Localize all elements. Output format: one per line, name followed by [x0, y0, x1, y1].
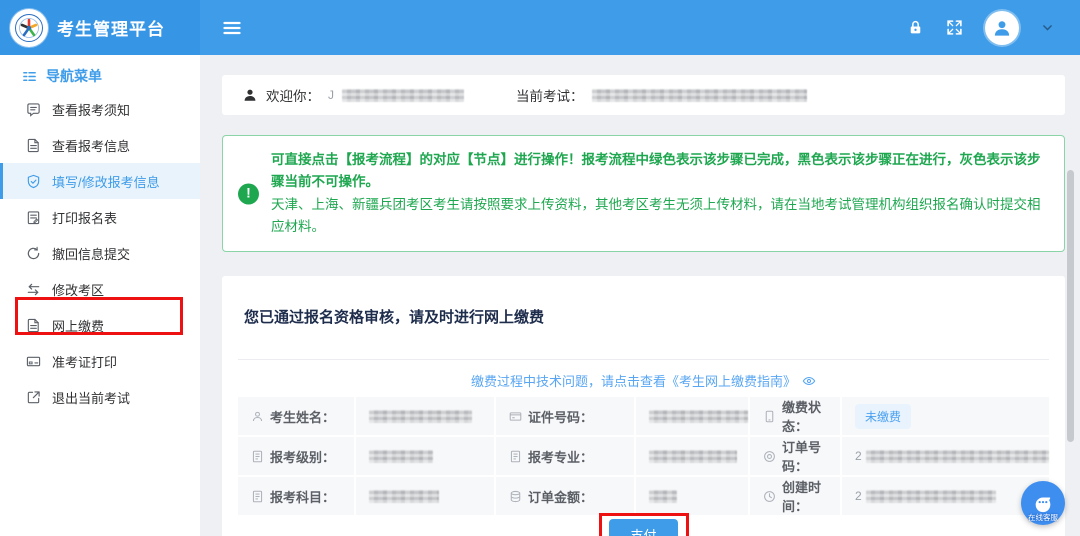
shield-check-icon [26, 174, 41, 189]
notice-text-regular: 天津、上海、新疆兵团考区考生请按照要求上传资料，其他考区考生无须上传材料，请在当… [271, 197, 1041, 234]
clock-icon [763, 490, 776, 503]
comment-icon [26, 102, 41, 117]
sidebar-item-exit-current-exam[interactable]: 退出当前考试 [0, 379, 200, 415]
doc-icon [251, 450, 264, 463]
field-label-candidate-name: 考生姓名： [238, 397, 354, 435]
sidebar-item-print-admission-ticket[interactable]: 准考证打印 [0, 343, 200, 379]
person-icon [251, 410, 264, 423]
org-logo [10, 9, 48, 47]
brand-area: 考生管理平台 [0, 0, 200, 55]
sidebar-item-label: 打印报名表 [52, 208, 117, 227]
doc-icon [251, 490, 264, 503]
nav-menu-title: 导航菜单 [0, 61, 200, 91]
field-label-create-time: 创建时间： [750, 477, 840, 515]
field-label-exam-subject: 报考科目： [238, 477, 354, 515]
sidebar-item-view-exam-info[interactable]: 查看报考信息 [0, 127, 200, 163]
app-title: 考生管理平台 [57, 15, 165, 40]
target-icon [763, 450, 776, 463]
field-label-order-amount: 订单金额： [496, 477, 634, 515]
greeting-label: 欢迎你： [266, 85, 320, 105]
coins-icon [509, 490, 522, 503]
field-value-id-number [636, 397, 748, 435]
doc-icon [509, 450, 522, 463]
online-support-label: 在线客服 [1021, 512, 1065, 523]
document-icon [26, 138, 41, 153]
person-icon [242, 87, 258, 103]
sidebar-item-label: 查看报考须知 [52, 100, 130, 119]
sidebar-item-label: 退出当前考试 [52, 388, 130, 407]
top-header: 考生管理平台 [0, 0, 1080, 55]
lock-icon[interactable] [907, 19, 924, 36]
field-label-exam-level: 报考级别： [238, 437, 354, 475]
chevron-down-icon[interactable] [1041, 21, 1054, 34]
hamburger-icon[interactable] [222, 18, 242, 38]
current-exam-redacted [592, 89, 807, 102]
sidebar-item-fill-modify-exam-info[interactable]: 填写/修改报考信息 [0, 163, 200, 199]
field-value-create-time: 2 [842, 477, 1049, 515]
swap-icon [26, 282, 41, 297]
sidebar-item-label: 准考证打印 [52, 352, 117, 371]
field-label-id-number: 证件号码： [496, 397, 634, 435]
field-value-payment-status: 未缴费 [842, 397, 1049, 435]
alert-icon: ! [238, 183, 259, 204]
logo-star-figure [14, 13, 44, 43]
refresh-icon [26, 246, 41, 261]
phone-icon [763, 410, 776, 423]
id-card-icon [509, 410, 522, 423]
clipboard-icon [26, 210, 41, 225]
id-card-icon [26, 354, 41, 369]
payment-info-table: 考生姓名： 证件号码： 缴费状态： 未缴费 报考级别： [238, 397, 1049, 515]
main-content: 欢迎你： J 当前考试： ! 可直接点击【报考流程】的对应【节点】进行操作！报考… [200, 55, 1080, 536]
candidate-name-redacted [342, 89, 464, 102]
field-value-candidate-name [356, 397, 494, 435]
payment-guide-link[interactable]: 缴费过程中技术问题，请点击查看《考生网上缴费指南》 [471, 371, 796, 390]
field-value-exam-level [356, 437, 494, 475]
eye-icon[interactable] [802, 374, 816, 388]
sidebar-nav: 导航菜单 查看报考须知 查看报考信息 填写/修改报考信息 打印报名表 撤回信息提… [0, 55, 200, 536]
field-value-exam-subject [356, 477, 494, 515]
list-icon [22, 69, 37, 84]
sidebar-item-print-application-form[interactable]: 打印报名表 [0, 199, 200, 235]
field-value-order-amount [636, 477, 748, 515]
welcome-bar: 欢迎你： J 当前考试： [222, 75, 1065, 115]
pay-button[interactable]: 支付 [609, 519, 677, 536]
vertical-scrollbar[interactable] [1067, 170, 1074, 442]
field-label-order-number: 订单号码： [750, 437, 840, 475]
online-support-button[interactable]: 在线客服 [1021, 481, 1065, 525]
candidate-name-prefix: J [328, 88, 334, 102]
field-value-order-number: 2 [842, 437, 1049, 475]
chat-bubble-icon [1032, 492, 1054, 514]
sidebar-item-change-exam-area[interactable]: 修改考区 [0, 271, 200, 307]
sidebar-item-view-exam-notes[interactable]: 查看报考须知 [0, 91, 200, 127]
notice-text-bold: 可直接点击【报考流程】的对应【节点】进行操作！报考流程中绿色表示该步骤已完成，黑… [271, 152, 1041, 189]
nav-menu-label: 导航菜单 [46, 66, 102, 86]
field-value-exam-major [636, 437, 748, 475]
sidebar-item-label: 撤回信息提交 [52, 244, 130, 263]
avatar-icon[interactable] [985, 11, 1019, 45]
payment-section: 您已通过报名资格审核，请及时进行网上缴费 缴费过程中技术问题，请点击查看《考生网… [222, 276, 1065, 536]
field-label-exam-major: 报考专业： [496, 437, 634, 475]
sidebar-item-label: 查看报考信息 [52, 136, 130, 155]
sidebar-item-label: 填写/修改报考信息 [52, 172, 160, 191]
exit-icon [26, 390, 41, 405]
document-icon [26, 318, 41, 333]
notice-box: ! 可直接点击【报考流程】的对应【节点】进行操作！报考流程中绿色表示该步骤已完成… [222, 135, 1065, 252]
payment-section-title: 您已通过报名资格审核，请及时进行网上缴费 [238, 306, 1049, 327]
divider [238, 359, 1049, 360]
sidebar-item-label: 修改考区 [52, 280, 104, 299]
current-exam-label: 当前考试： [516, 85, 584, 105]
fullscreen-icon[interactable] [946, 19, 963, 36]
status-badge: 未缴费 [855, 404, 911, 429]
sidebar-item-online-payment[interactable]: 网上缴费 [0, 307, 200, 343]
field-label-payment-status: 缴费状态： [750, 397, 840, 435]
sidebar-item-label: 网上缴费 [52, 316, 104, 335]
sidebar-item-withdraw-submission[interactable]: 撤回信息提交 [0, 235, 200, 271]
